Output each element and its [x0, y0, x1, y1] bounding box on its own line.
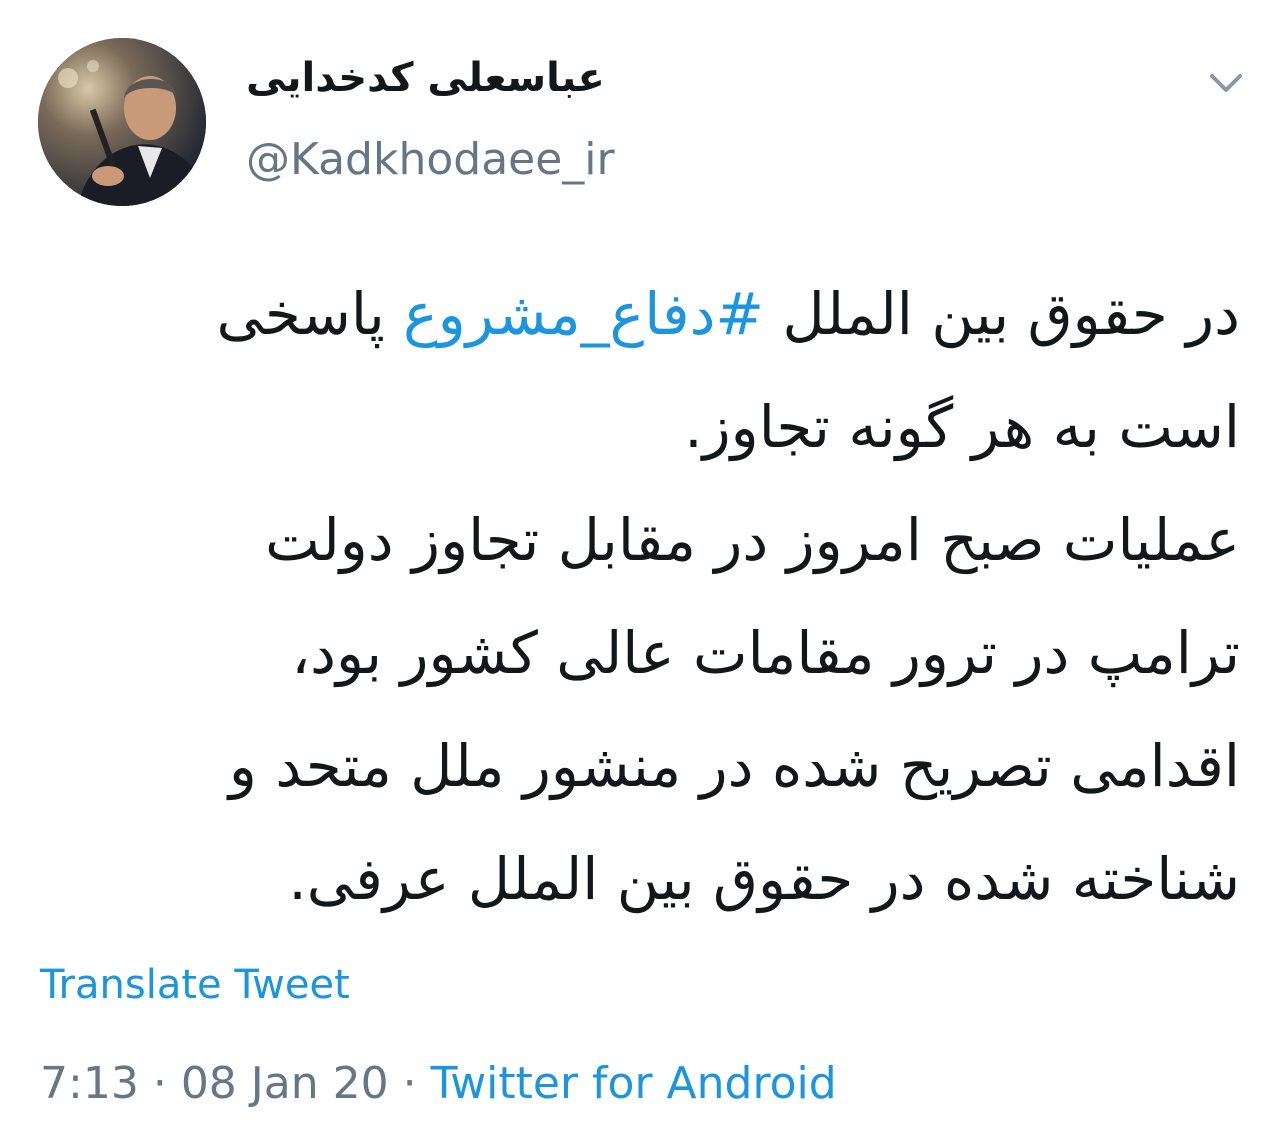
tweet-line: است به هر گونه تجاوز.: [684, 393, 1240, 461]
tweet-text-segment: پاسخی: [216, 280, 404, 348]
tweet-line: ترامپ در ترور مقامات عالی کشور بود،: [291, 619, 1240, 687]
tweet-metadata: 7:13 · 08 Jan 20 · Twitter for Android: [40, 1062, 837, 1106]
tweet-text-segment: در حقوق بین الملل: [764, 280, 1240, 348]
hashtag-link[interactable]: #دفاع_مشروع: [403, 280, 764, 348]
meta-separator: ·: [152, 1058, 167, 1109]
user-handle[interactable]: @Kadkhodaee_ir: [246, 138, 615, 182]
tweet-text: در حقوق بین الملل #دفاع_مشروع پاسخی است …: [60, 258, 1240, 936]
tweet-line: عملیات صبح امروز در مقابل تجاوز دولت: [265, 506, 1240, 574]
meta-separator: ·: [402, 1058, 417, 1109]
translate-tweet-link[interactable]: Translate Tweet: [40, 965, 350, 1005]
tweet-line: اقدامی تصریح شده در منشور ملل متحد و: [228, 732, 1240, 800]
tweet-line: در حقوق بین الملل #دفاع_مشروع پاسخی: [60, 258, 1240, 371]
display-name[interactable]: عباسعلی کدخدایی: [246, 58, 605, 98]
tweet-source-link[interactable]: Twitter for Android: [431, 1058, 837, 1109]
chevron-down-icon[interactable]: [1206, 66, 1246, 100]
avatar-photo: [38, 38, 206, 206]
tweet-time[interactable]: 7:13: [40, 1058, 139, 1109]
avatar[interactable]: [38, 38, 206, 206]
tweet-line: شناخته شده در حقوق بین الملل عرفی.: [288, 845, 1240, 913]
tweet-date[interactable]: 08 Jan 20: [181, 1058, 389, 1109]
